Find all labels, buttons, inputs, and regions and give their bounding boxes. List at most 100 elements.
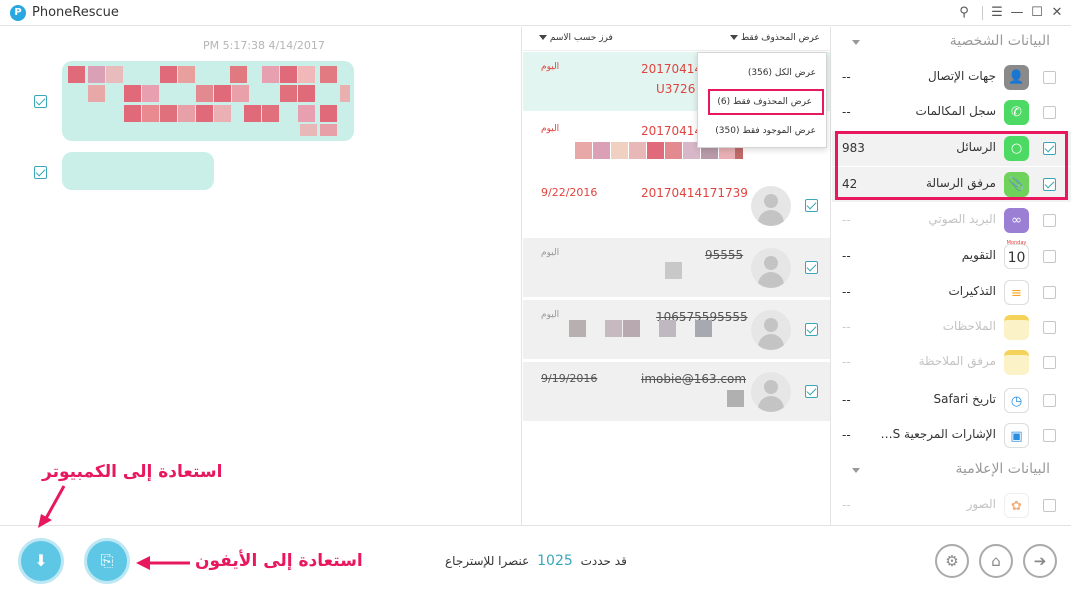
message-checkbox[interactable] [34, 166, 47, 179]
category-count: -- [842, 70, 851, 84]
avatar [751, 248, 791, 288]
category-notes[interactable]: -- الملاحظات [832, 310, 1071, 345]
list-header: فرز حسب الاسم عرض المحذوف فقط [523, 27, 830, 51]
home-button[interactable]: ⌂ [979, 544, 1013, 578]
annotation-to-computer: استعادة إلى الكمبيوتر [42, 462, 223, 482]
phone-icon: ✆ [1004, 100, 1029, 125]
category-count: -- [842, 355, 851, 369]
category-label: التذكيرات [948, 284, 997, 298]
settings-button[interactable]: ⚙ [935, 544, 969, 578]
category-count: -- [842, 320, 851, 334]
category-checkbox[interactable] [1043, 499, 1056, 512]
maximize-icon[interactable]: ☐ [1028, 4, 1046, 22]
category-count: -- [842, 285, 851, 299]
thread-checkbox[interactable] [805, 323, 818, 336]
reminders-icon: ≡ [1004, 280, 1029, 305]
category-voicemail[interactable]: -- البريد الصوتي ∞ [832, 203, 1071, 238]
filter-label: عرض المحذوف فقط [740, 33, 820, 43]
category-safari-history[interactable]: -- تاريخ Safari ◷ [832, 383, 1071, 418]
thread-row[interactable]: 95555 اليوم [523, 238, 830, 298]
thread-row[interactable]: 106575595555 اليوم [523, 300, 830, 360]
annotation-arrow-left [136, 556, 190, 570]
status-suffix: عنصرا للإسترجاع [445, 554, 530, 568]
category-checkbox[interactable] [1043, 321, 1056, 334]
category-count: -- [842, 249, 851, 263]
restore-to-computer-button[interactable]: ⬇ [18, 538, 64, 584]
computer-download-icon: ⬇ [34, 551, 48, 570]
filter-dropdown[interactable]: عرض المحذوف فقط [730, 33, 820, 43]
message-checkbox[interactable] [34, 95, 47, 108]
title-bar: P PhoneRescue ⚲ ☰ — ☐ ✕ [0, 0, 1071, 26]
filter-option-all[interactable]: عرض الكل (356) [698, 59, 826, 87]
thread-checkbox[interactable] [805, 385, 818, 398]
category-checkbox[interactable] [1043, 356, 1056, 369]
thread-subtitle: U3726 [656, 82, 696, 96]
category-calendar[interactable]: -- التقويم Monday 10 [832, 239, 1071, 274]
sort-label: فرز حسب الاسم [549, 33, 613, 43]
menu-icon[interactable]: ☰ [988, 4, 1006, 22]
filter-menu: عرض الكل (356) عرض المحذوف فقط (6) عرض ا… [697, 52, 827, 148]
section-personal[interactable]: البيانات الشخصية [844, 33, 1064, 53]
thread-name: 20170414171739 [641, 186, 748, 200]
next-button[interactable]: ➔ [1023, 544, 1057, 578]
category-count: -- [842, 105, 851, 119]
thread-date: اليوم [541, 62, 560, 72]
calendar-icon: Monday 10 [1004, 240, 1029, 269]
category-photos[interactable]: -- الصور ✿ [832, 488, 1071, 523]
chevron-down-icon [852, 468, 860, 473]
status-prefix: قد حددت [580, 554, 627, 568]
restore-to-device-button[interactable]: ⎘ [84, 538, 130, 584]
category-contacts[interactable]: -- جهات الإتصال 👤 [832, 60, 1071, 95]
category-checkbox[interactable] [1043, 286, 1056, 299]
thread-checkbox[interactable] [805, 199, 818, 212]
thread-row[interactable]: imobie@163.com 9/19/2016 [523, 362, 830, 422]
category-label: البريد الصوتي [928, 212, 996, 226]
app-logo-icon: P [10, 5, 26, 21]
category-safari-bookmarks[interactable]: -- الإشارات المرجعية S… ▣ [832, 418, 1071, 453]
category-checkbox[interactable] [1043, 429, 1056, 442]
category-checkbox[interactable] [1043, 214, 1056, 227]
thread-date: 9/22/2016 [541, 186, 598, 199]
sort-dropdown[interactable]: فرز حسب الاسم [539, 33, 613, 43]
calendar-day: 10 [1007, 250, 1026, 266]
title-separator [982, 6, 983, 20]
category-checkbox[interactable] [1043, 71, 1056, 84]
thread-name: 95555 [705, 248, 744, 262]
section-media[interactable]: البيانات الإعلامية [844, 461, 1064, 481]
contacts-icon: 👤 [1004, 65, 1029, 90]
app-title: PhoneRescue [32, 5, 119, 20]
minimize-icon[interactable]: — [1008, 4, 1026, 22]
category-label: سجل المكالمات [915, 104, 996, 118]
search-icon[interactable]: ⚲ [955, 4, 973, 22]
calendar-month: Monday [1006, 240, 1027, 246]
thread-checkbox[interactable] [805, 261, 818, 274]
chevron-down-icon [852, 40, 860, 45]
category-checkbox[interactable] [1043, 250, 1056, 263]
phone-restore-icon: ⎘ [100, 551, 114, 570]
thread-date: اليوم [541, 124, 560, 134]
category-notes-attachments[interactable]: -- مرفق الملاحظة [832, 345, 1071, 380]
notes-icon [1004, 315, 1029, 340]
category-checkbox[interactable] [1043, 106, 1056, 119]
chevron-down-icon [539, 35, 547, 40]
filter-option-deleted[interactable]: عرض المحذوف فقط (6) [708, 89, 824, 115]
category-label: تاريخ Safari [933, 392, 996, 406]
message-bubble [62, 61, 354, 141]
close-icon[interactable]: ✕ [1048, 4, 1066, 22]
selection-highlight [835, 131, 1068, 200]
avatar [751, 372, 791, 412]
category-label: الصور [966, 497, 996, 511]
thread-row[interactable]: 20170414171739 9/22/2016 [523, 176, 830, 236]
category-count: -- [842, 213, 851, 227]
gear-icon: ⚙ [945, 552, 959, 570]
photos-icon: ✿ [1004, 493, 1029, 518]
thread-name: imobie@163.com [641, 372, 747, 386]
avatar [751, 310, 791, 350]
category-reminders[interactable]: -- التذكيرات ≡ [832, 275, 1071, 310]
filter-option-existing[interactable]: عرض الموجود فقط (350) [698, 117, 826, 145]
category-checkbox[interactable] [1043, 394, 1056, 407]
selection-status: قد حددت 1025 عنصرا للإسترجاع [445, 553, 627, 569]
category-call-history[interactable]: -- سجل المكالمات ✆ [832, 95, 1071, 130]
thread-date: اليوم [541, 248, 560, 258]
category-count: -- [842, 428, 851, 442]
